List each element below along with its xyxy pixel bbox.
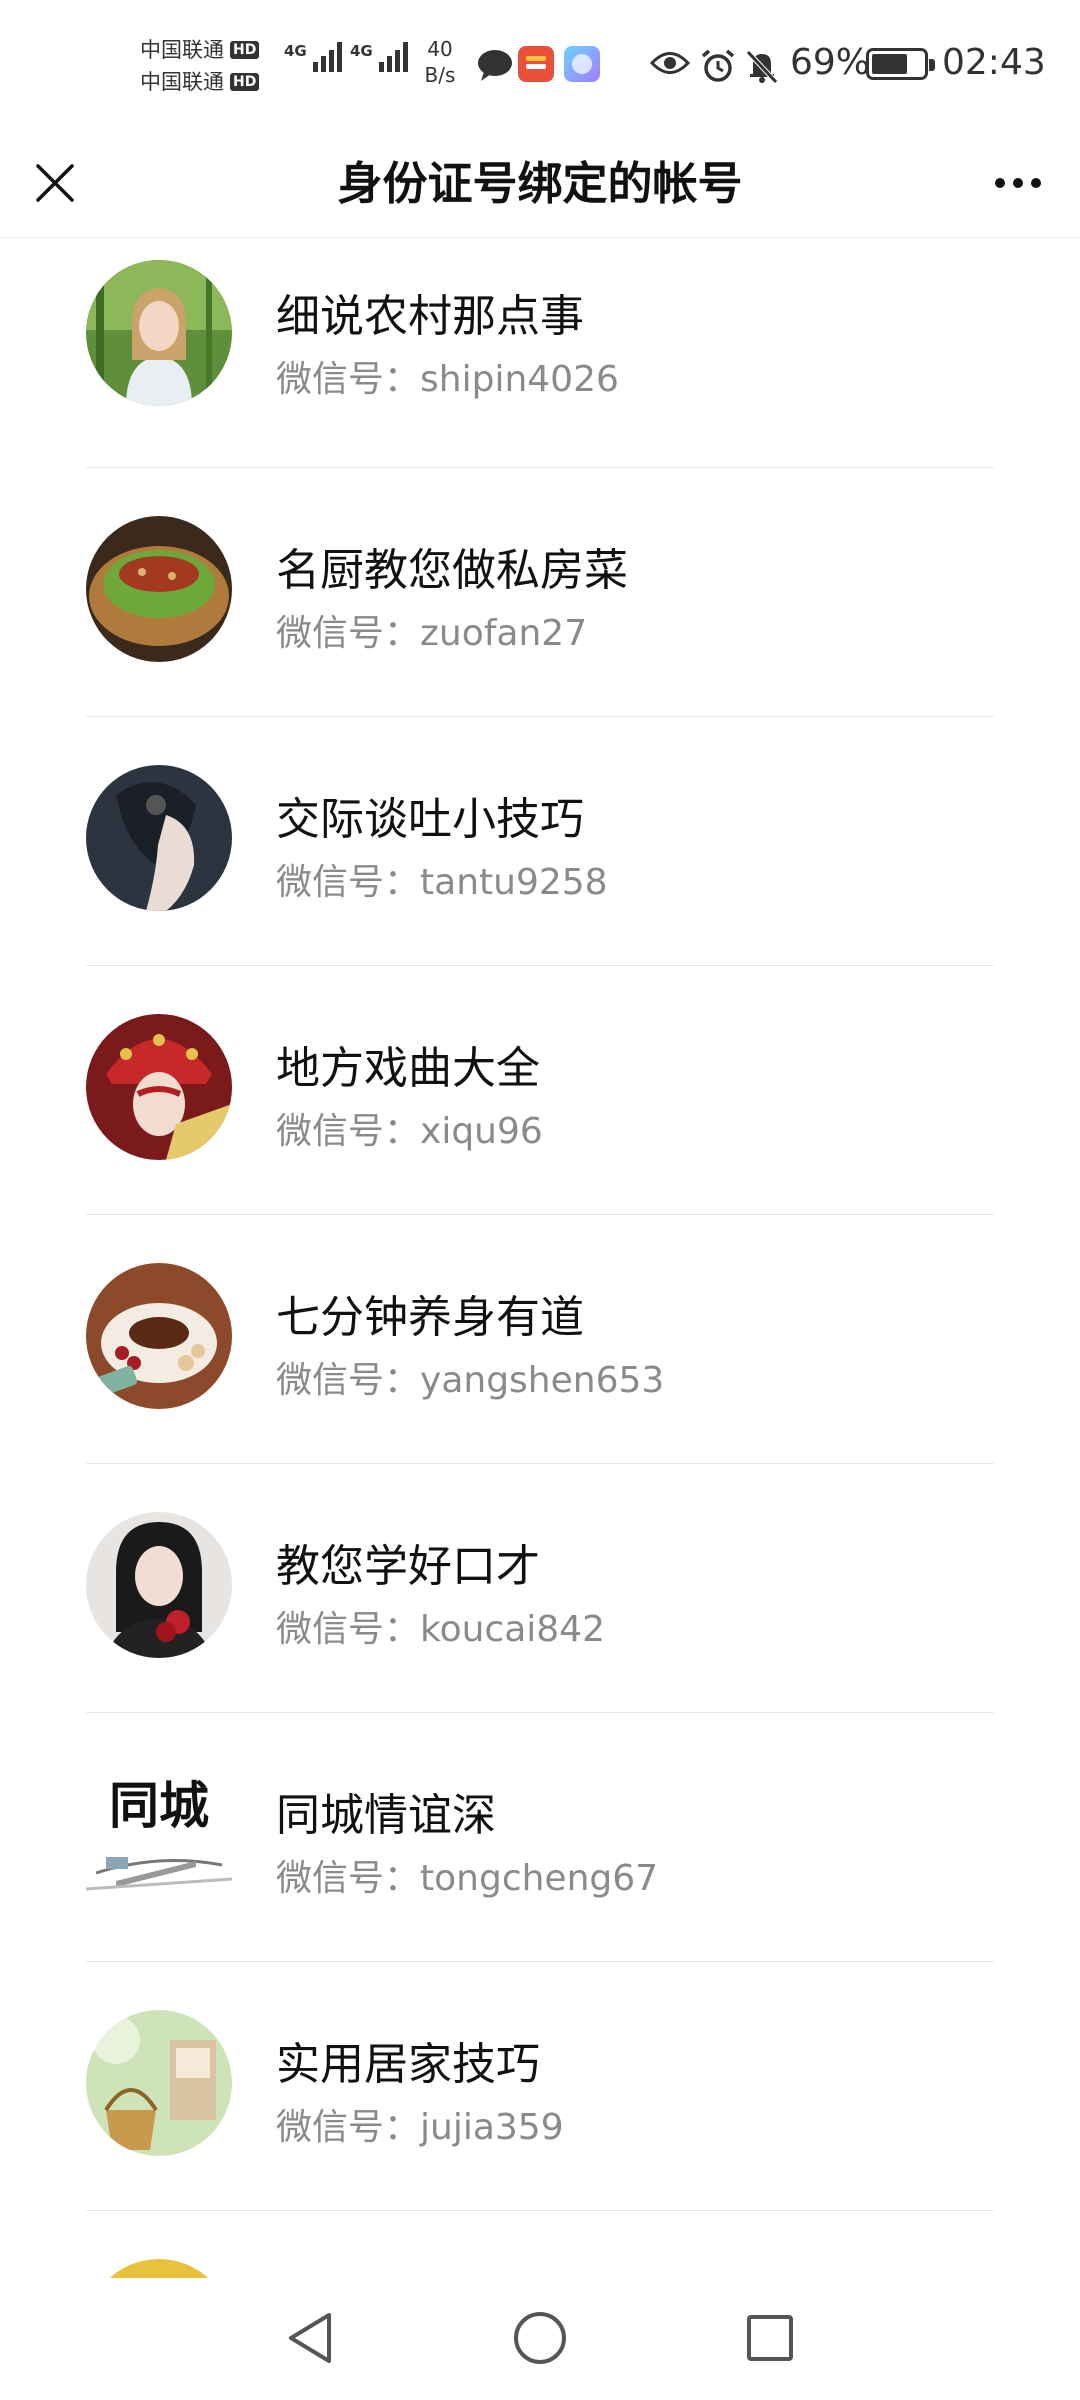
wechat-id: 微信号：yangshen653 xyxy=(276,1360,665,1401)
battery-percent: 69% xyxy=(790,42,871,83)
list-item[interactable]: 名厨教您做私房菜 微信号：zuofan27 xyxy=(0,468,1080,717)
account-name: 同城情谊深 xyxy=(276,1790,496,1841)
carrier-2: 中国联通 xyxy=(140,70,224,94)
hd-badge: HD xyxy=(230,41,260,59)
avatar: 同城 xyxy=(86,1761,232,1907)
svg-text:同城: 同城 xyxy=(109,1776,209,1835)
signal-icon: 4G xyxy=(284,42,342,72)
account-name: 教您学好口才 xyxy=(276,1541,540,1592)
app-icon-orange xyxy=(518,46,554,82)
account-name: 交际谈吐小技巧 xyxy=(276,794,584,845)
list-item[interactable]: 教您学好口才 微信号：koucai842 xyxy=(0,1464,1080,1713)
home-circle-icon xyxy=(514,2312,566,2364)
hd-badge: HD xyxy=(230,73,260,91)
alarm-icon xyxy=(701,49,735,82)
account-name: 名厨教您做私房菜 xyxy=(276,545,628,596)
account-name: 地方戏曲大全 xyxy=(276,1043,540,1094)
wechat-id: 微信号：koucai842 xyxy=(276,1609,605,1650)
battery-icon xyxy=(866,48,935,80)
wechat-id: 微信号：tantu9258 xyxy=(276,862,608,903)
carrier-1: 中国联通 xyxy=(140,38,224,62)
list-item[interactable]: 七分钟养身有道 微信号：yangshen653 xyxy=(0,1215,1080,1464)
recents-square-icon xyxy=(747,2315,793,2361)
home-button[interactable] xyxy=(490,2298,590,2378)
account-name: 细说农村那点事 xyxy=(276,291,584,342)
avatar xyxy=(86,765,232,911)
network-type: 4G xyxy=(284,42,307,60)
status-bar: 中国联通 HD 中国联通 HD 4G 4G 40 B/s 69% 02:43 xyxy=(0,0,1080,130)
wechat-id: 微信号：tongcheng67 xyxy=(276,1858,659,1899)
recents-button[interactable] xyxy=(720,2298,820,2378)
list-item[interactable]: 同城 同城情谊深 微信号：tongcheng67 xyxy=(0,1713,1080,1962)
signal-icon: 4G xyxy=(350,42,408,72)
wechat-id: 微信号：jujia359 xyxy=(276,2107,564,2148)
avatar xyxy=(86,1512,232,1658)
clock: 02:43 xyxy=(942,42,1046,83)
net-speed: 40 B/s xyxy=(424,37,456,87)
account-name: 实用居家技巧 xyxy=(276,2039,540,2090)
close-button[interactable] xyxy=(22,150,88,216)
avatar xyxy=(86,1263,232,1409)
back-triangle-icon xyxy=(289,2313,331,2363)
list-item[interactable]: 实用居家技巧 微信号：jujia359 xyxy=(0,1962,1080,2211)
avatar xyxy=(86,2010,232,2156)
avatar xyxy=(86,516,232,662)
account-list: 细说农村那点事 微信号：shipin4026 名厨教您做私房菜 微信号：zuof… xyxy=(0,238,1080,2278)
list-item[interactable]: 细说农村那点事 微信号：shipin4026 xyxy=(0,238,1080,468)
mute-bell-icon xyxy=(746,50,778,84)
navigation-bar: 身份证号绑定的帐号 xyxy=(0,130,1080,238)
page-title: 身份证号绑定的帐号 xyxy=(337,157,743,210)
list-item[interactable]: 地方戏曲大全 微信号：xiqu96 xyxy=(0,966,1080,1215)
message-icon xyxy=(478,50,512,81)
app-icon-gradient xyxy=(564,46,600,82)
list-item[interactable]: 交际谈吐小技巧 微信号：tantu9258 xyxy=(0,717,1080,966)
avatar xyxy=(86,2259,232,2278)
wechat-id: 微信号：xiqu96 xyxy=(276,1111,543,1152)
list-item[interactable] xyxy=(0,2211,1080,2278)
back-button[interactable] xyxy=(260,2298,360,2378)
carrier-info: 中国联通 HD 中国联通 HD xyxy=(140,34,280,98)
wechat-id: 微信号：shipin4026 xyxy=(276,359,619,400)
account-name: 七分钟养身有道 xyxy=(276,1292,584,1343)
wechat-id: 微信号：zuofan27 xyxy=(276,613,588,654)
avatar xyxy=(86,1014,232,1160)
network-type: 4G xyxy=(350,42,373,60)
more-icon xyxy=(995,178,1041,188)
avatar xyxy=(86,260,232,406)
close-icon xyxy=(36,164,74,202)
more-button[interactable] xyxy=(978,150,1058,216)
system-navigation-bar xyxy=(0,2278,1080,2400)
eye-icon xyxy=(650,52,690,74)
